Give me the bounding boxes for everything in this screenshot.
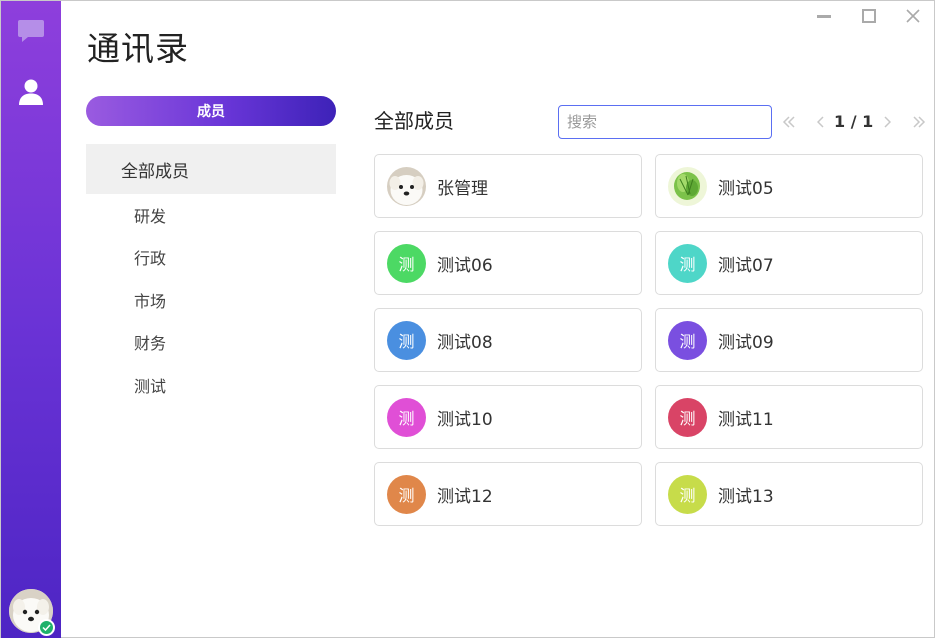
cabbage-avatar: [668, 166, 707, 206]
user-icon[interactable]: [16, 77, 46, 107]
minimize-icon[interactable]: [813, 5, 835, 27]
group-item-all[interactable]: 全部成员: [86, 144, 336, 194]
member-card[interactable]: 测试05: [655, 154, 923, 218]
group-item-rnd[interactable]: 研发: [134, 205, 166, 229]
group-item-label: 全部成员: [121, 161, 189, 182]
double-chevron-right-icon[interactable]: [910, 112, 928, 132]
maximize-icon[interactable]: [858, 5, 880, 27]
initial-avatar: 测: [387, 397, 426, 437]
member-card[interactable]: 测 测试09: [655, 308, 923, 372]
member-card[interactable]: 测 测试10: [374, 385, 642, 449]
initial-avatar: 测: [387, 243, 426, 283]
search-input[interactable]: [558, 105, 772, 139]
initial-avatar: 测: [668, 320, 707, 360]
member-card[interactable]: 测 测试12: [374, 462, 642, 526]
chat-bubble-icon[interactable]: [16, 16, 46, 46]
chevron-left-icon[interactable]: [813, 112, 829, 132]
member-name: 测试12: [437, 486, 493, 507]
initial-avatar: 测: [387, 320, 426, 360]
sidebar-rail: [1, 1, 61, 638]
member-card[interactable]: 测 测试08: [374, 308, 642, 372]
member-card[interactable]: 测 测试06: [374, 231, 642, 295]
group-item-test[interactable]: 测试: [134, 375, 166, 399]
dog-avatar: [387, 166, 426, 206]
initial-avatar: 测: [668, 474, 707, 514]
member-name: 测试09: [718, 332, 774, 353]
member-name: 测试06: [437, 255, 493, 276]
member-card[interactable]: 测 测试11: [655, 385, 923, 449]
initial-avatar: 测: [387, 474, 426, 514]
initial-avatar: 测: [668, 243, 707, 283]
group-item-admin[interactable]: 行政: [134, 247, 166, 271]
group-item-market[interactable]: 市场: [134, 290, 166, 314]
page-indicator: 1 / 1: [834, 112, 874, 131]
member-card[interactable]: 测 测试13: [655, 462, 923, 526]
member-name: 测试13: [718, 486, 774, 507]
member-name: 测试10: [437, 409, 493, 430]
member-name: 测试07: [718, 255, 774, 276]
member-name: 测试08: [437, 332, 493, 353]
tab-members[interactable]: 成员: [86, 96, 336, 126]
member-name: 测试11: [718, 409, 774, 430]
member-name: 测试05: [718, 178, 774, 199]
member-card[interactable]: 测 测试07: [655, 231, 923, 295]
close-icon[interactable]: [902, 5, 924, 27]
chevron-right-icon[interactable]: [879, 112, 895, 132]
members-title: 全部成员: [374, 109, 454, 133]
app-window: 通讯录 成员 全部成员 研发 行政 市场 财务 测试 全部成员 1 / 1: [0, 0, 935, 638]
member-name: 张管理: [437, 178, 488, 199]
online-status-icon: [38, 619, 55, 636]
member-card[interactable]: 张管理: [374, 154, 642, 218]
double-chevron-left-icon[interactable]: [780, 112, 798, 132]
group-item-finance[interactable]: 财务: [134, 332, 166, 356]
initial-avatar: 测: [668, 397, 707, 437]
page-title: 通讯录: [87, 29, 189, 68]
